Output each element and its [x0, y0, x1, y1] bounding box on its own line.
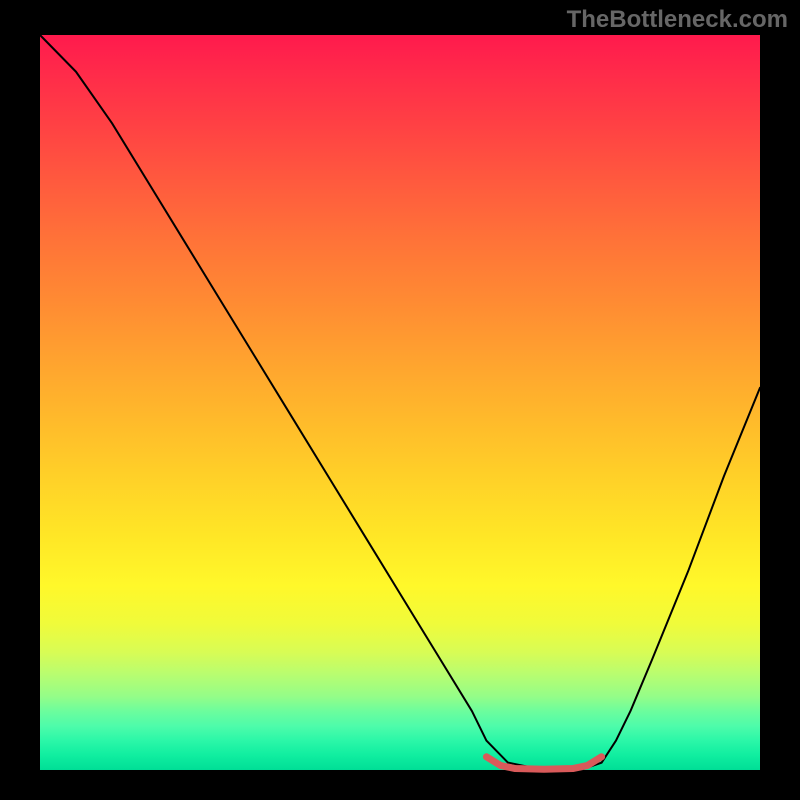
plot-area — [40, 35, 760, 770]
watermark-text: TheBottleneck.com — [567, 6, 788, 34]
chart-container: TheBottleneck.com — [0, 0, 800, 800]
curve-layer — [40, 35, 760, 770]
bottleneck-curve — [40, 35, 760, 770]
